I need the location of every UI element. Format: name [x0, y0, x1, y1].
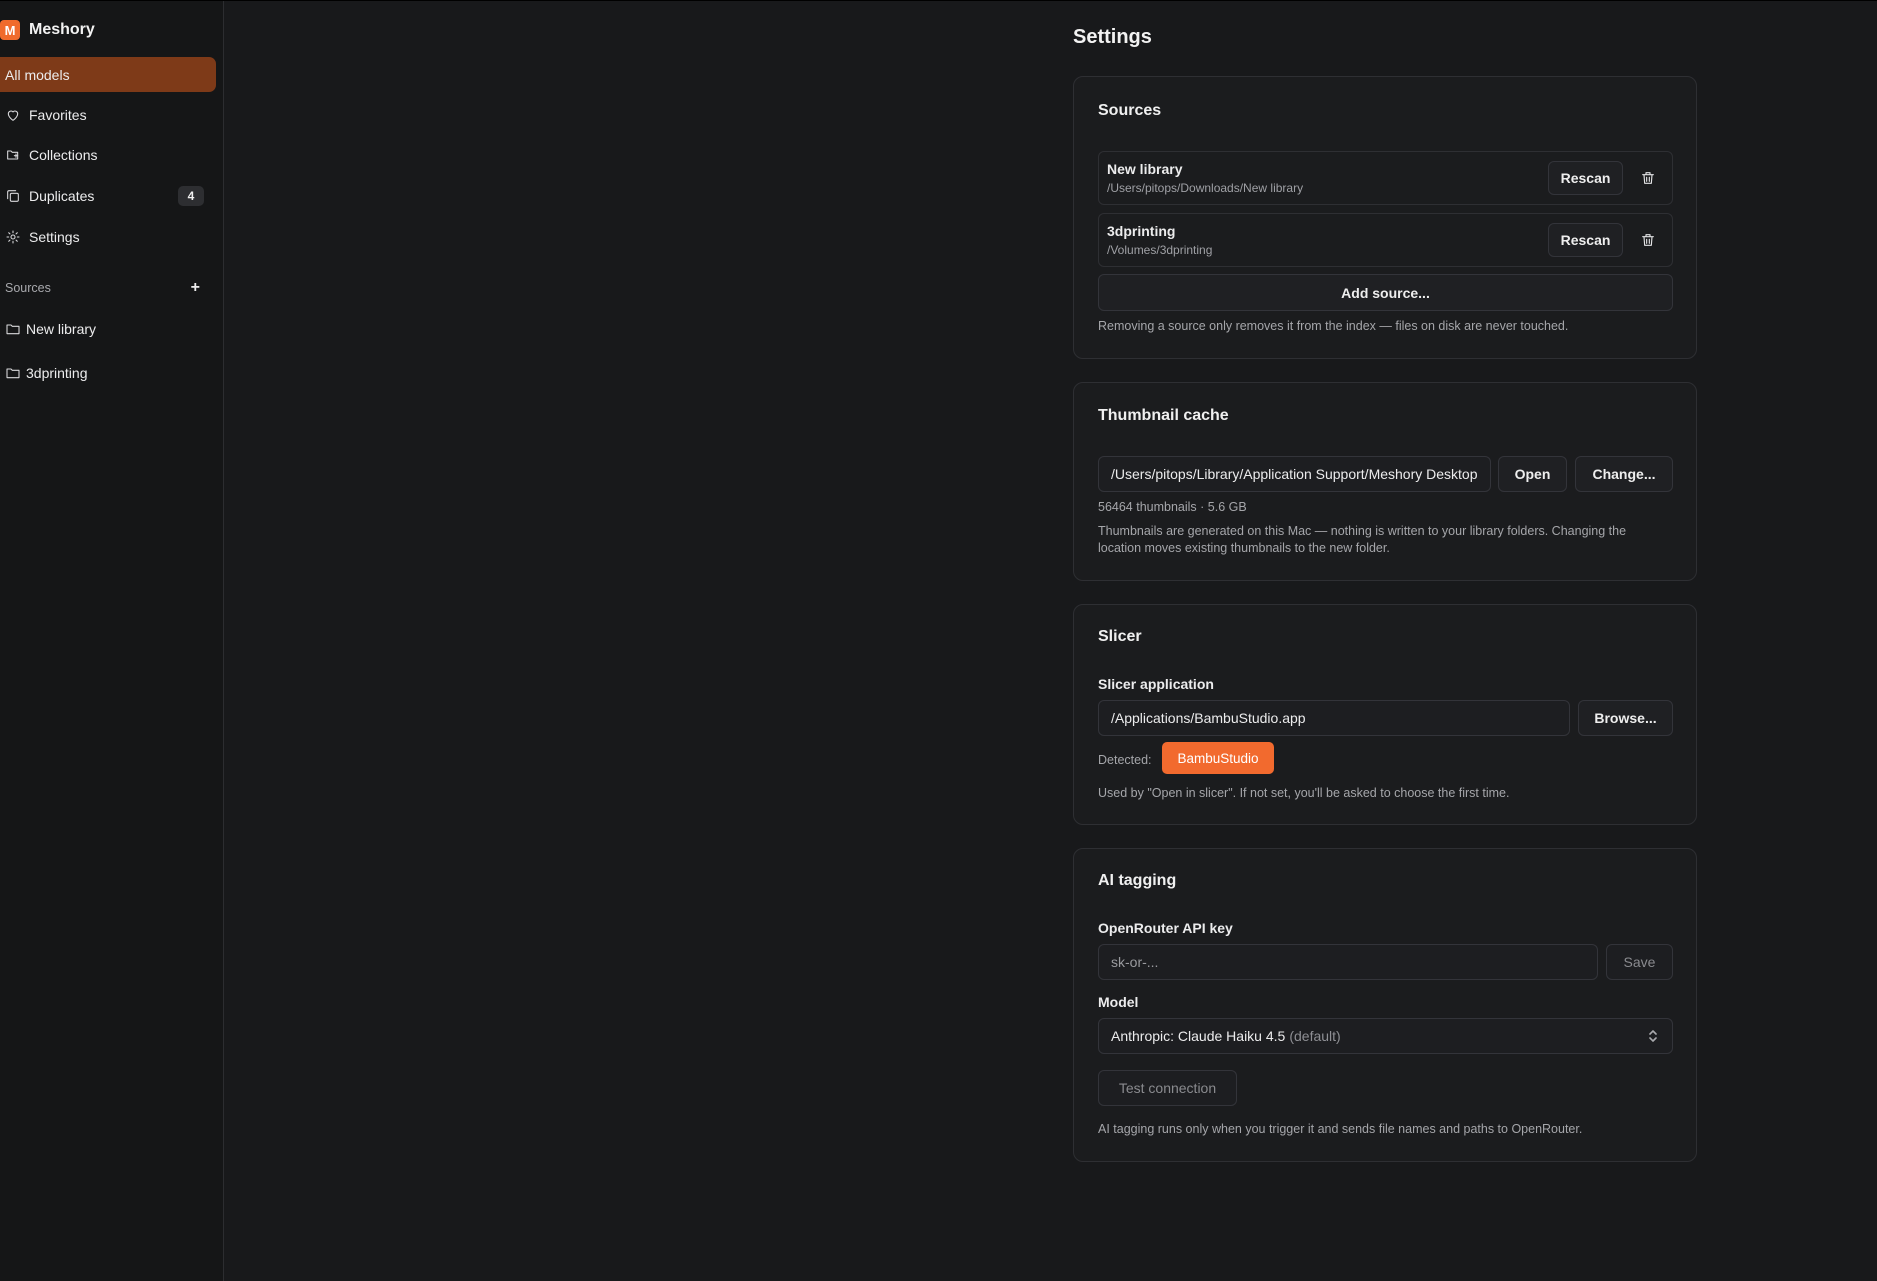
add-source-button[interactable]: +	[191, 279, 200, 297]
rescan-button[interactable]: Rescan	[1548, 223, 1623, 257]
sidebar-item-favorites[interactable]: Favorites	[0, 97, 216, 132]
ai-tagging-card: AI tagging OpenRouter API key sk-or-... …	[1073, 848, 1697, 1162]
thumbnail-stats: 56464 thumbnails · 5.6 GB	[1098, 500, 1247, 514]
copy-icon	[4, 187, 22, 205]
gear-icon	[4, 228, 22, 246]
slicer-card: Slicer Slicer application /Applications/…	[1073, 604, 1697, 825]
folder-stack-icon	[4, 146, 22, 164]
sidebar-sources-header: Sources +	[5, 279, 200, 297]
sidebar-item-settings[interactable]: Settings	[0, 219, 216, 254]
trash-icon[interactable]	[1638, 230, 1658, 250]
thumbnail-cache-card: Thumbnail cache /Users/pitops/Library/Ap…	[1073, 382, 1697, 581]
folder-icon	[4, 364, 22, 382]
model-default-suffix: (default)	[1289, 1028, 1341, 1044]
browse-button[interactable]: Browse...	[1578, 700, 1673, 736]
thumbnail-note: Thumbnails are generated on this Mac — n…	[1098, 524, 1627, 555]
sources-card: Sources New library /Users/pitops/Downlo…	[1073, 76, 1697, 359]
change-button[interactable]: Change...	[1575, 456, 1673, 492]
source-path: /Volumes/3dprinting	[1107, 243, 1213, 257]
sidebar-item-label: New library	[26, 320, 97, 337]
source-path: /Users/pitops/Downloads/New library	[1107, 181, 1304, 195]
window-top-border	[0, 0, 1877, 1]
thumbnail-path-field[interactable]: /Users/pitops/Library/Application Suppor…	[1098, 456, 1491, 492]
heart-icon	[4, 106, 22, 124]
folder-icon	[4, 320, 22, 338]
card-title: Thumbnail cache	[1098, 407, 1229, 424]
sidebar-item-label: 3dprinting	[26, 364, 88, 381]
sidebar-item-label: Collections	[29, 146, 98, 163]
card-title: Slicer	[1098, 628, 1142, 645]
trash-icon[interactable]	[1638, 168, 1658, 188]
card-title: AI tagging	[1098, 872, 1177, 889]
sidebar-item-label: Favorites	[29, 106, 87, 123]
rescan-button[interactable]: Rescan	[1548, 161, 1623, 195]
save-button[interactable]: Save	[1606, 944, 1673, 980]
ai-tagging-note: AI tagging runs only when you trigger it…	[1098, 1122, 1583, 1136]
app-name: Meshory	[29, 21, 95, 38]
app-logo-icon: M	[0, 20, 20, 40]
model-select[interactable]: Anthropic: Claude Haiku 4.5 (default)	[1098, 1018, 1673, 1054]
sidebar-item-label: All models	[5, 66, 70, 83]
sidebar: M Meshory All models Favorites Collectio…	[0, 1, 224, 1281]
slicer-path-field[interactable]: /Applications/BambuStudio.app	[1098, 700, 1570, 736]
api-key-input[interactable]: sk-or-...	[1098, 944, 1598, 980]
model-select-value: Anthropic: Claude Haiku 4.5	[1111, 1028, 1286, 1044]
detected-slicer-badge[interactable]: BambuStudio	[1162, 742, 1274, 774]
sidebar-sources-heading: Sources	[5, 281, 51, 295]
source-row: New library /Users/pitops/Downloads/New …	[1098, 151, 1673, 205]
sidebar-item-label: Duplicates	[29, 187, 95, 204]
model-label: Model	[1098, 994, 1139, 1010]
source-name: New library	[1107, 161, 1183, 177]
sidebar-source-new-library[interactable]: New library	[0, 311, 216, 346]
slicer-application-label: Slicer application	[1098, 676, 1214, 692]
page-title: Settings	[1073, 26, 1152, 48]
duplicates-count-badge: 4	[178, 186, 204, 206]
api-key-label: OpenRouter API key	[1098, 920, 1233, 936]
test-connection-button[interactable]: Test connection	[1098, 1070, 1237, 1106]
card-title: Sources	[1098, 102, 1162, 119]
sources-note: Removing a source only removes it from t…	[1098, 319, 1569, 333]
open-button[interactable]: Open	[1498, 456, 1567, 492]
detected-label: Detected:	[1098, 753, 1152, 767]
sidebar-item-duplicates[interactable]: Duplicates 4	[0, 178, 216, 213]
add-source-wide-button[interactable]: Add source...	[1098, 274, 1673, 311]
sidebar-item-collections[interactable]: Collections	[0, 137, 216, 172]
chevron-updown-icon	[1647, 1029, 1659, 1043]
sidebar-source-3dprinting[interactable]: 3dprinting	[0, 355, 216, 390]
sidebar-item-all-models[interactable]: All models	[0, 57, 216, 92]
source-row: 3dprinting /Volumes/3dprinting Rescan	[1098, 213, 1673, 267]
source-name: 3dprinting	[1107, 223, 1176, 239]
sidebar-item-label: Settings	[29, 228, 80, 245]
slicer-note: Used by "Open in slicer". If not set, yo…	[1098, 786, 1510, 800]
app-brand: M Meshory	[0, 18, 95, 42]
